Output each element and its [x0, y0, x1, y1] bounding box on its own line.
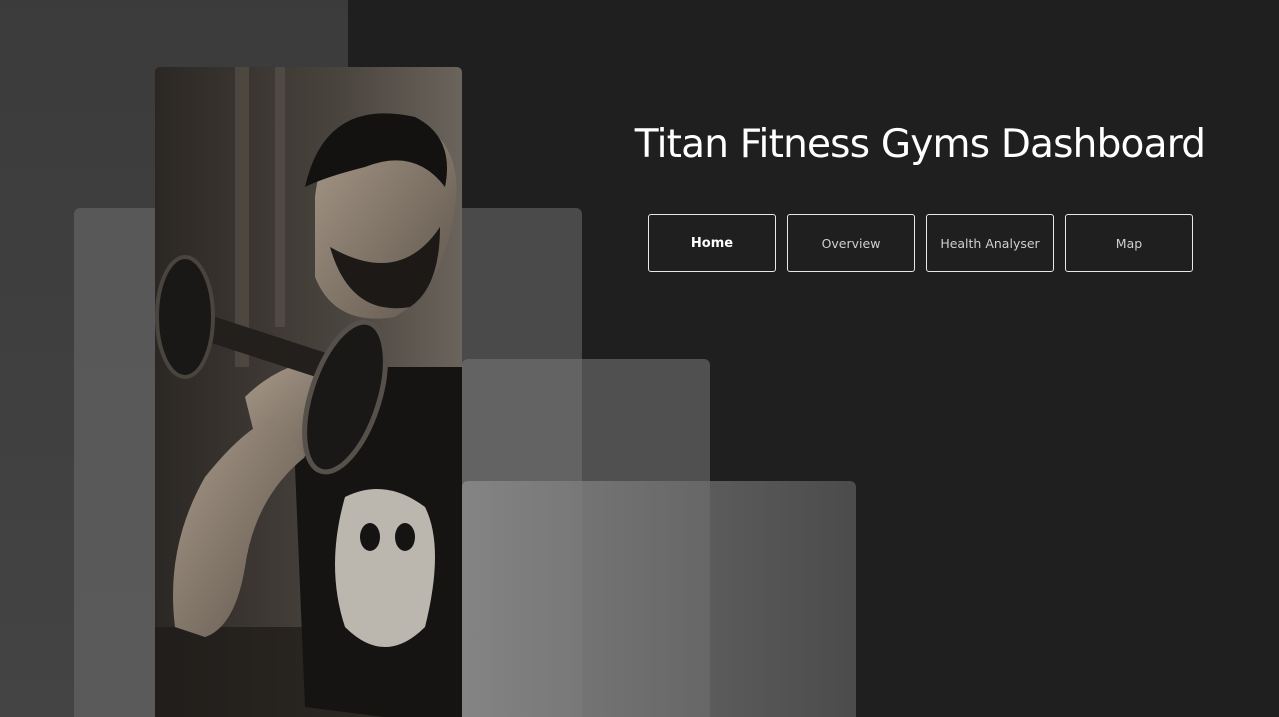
background-panel-right — [462, 481, 856, 717]
nav-health-analyser-button[interactable]: Health Analyser — [926, 214, 1054, 272]
main-nav: Home Overview Health Analyser Map — [648, 214, 1193, 272]
nav-map-button[interactable]: Map — [1065, 214, 1193, 272]
hero-image — [155, 67, 462, 717]
hero-image-illustration — [155, 67, 462, 717]
nav-home-button[interactable]: Home — [648, 214, 776, 272]
page-title: Titan Fitness Gyms Dashboard — [634, 122, 1206, 167]
page: Titan Fitness Gyms Dashboard Home Overvi… — [0, 0, 1279, 717]
nav-overview-button[interactable]: Overview — [787, 214, 915, 272]
